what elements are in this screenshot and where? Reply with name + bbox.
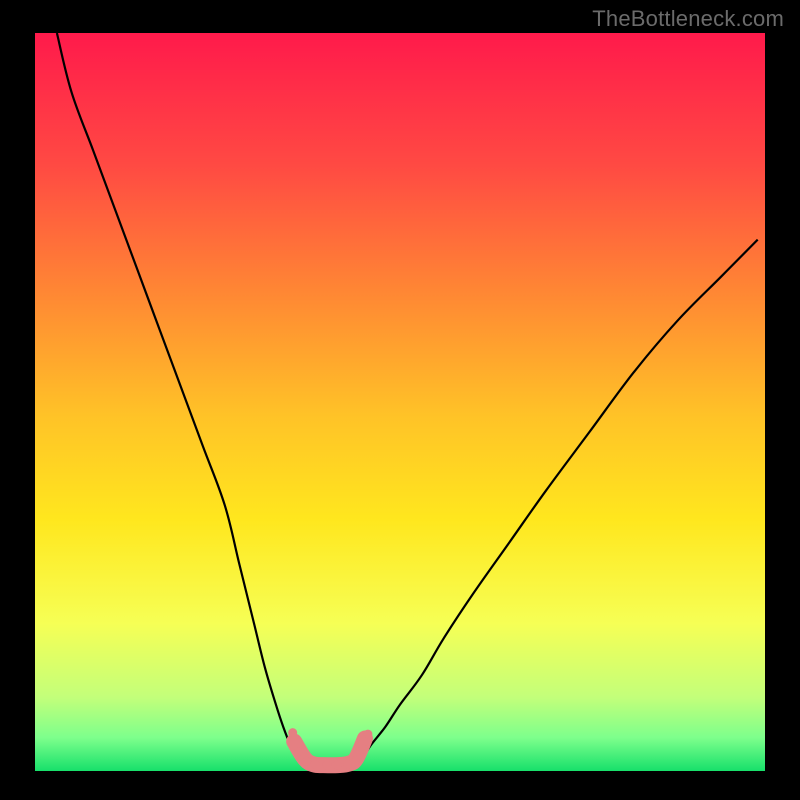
bottleneck-chart bbox=[0, 0, 800, 800]
valley-dots-point bbox=[363, 730, 372, 739]
valley-dots-point bbox=[333, 761, 342, 770]
valley-dots-point bbox=[294, 747, 303, 756]
plot-area bbox=[35, 33, 765, 771]
valley-dots-point bbox=[302, 757, 311, 766]
gradient-background bbox=[35, 33, 765, 771]
valley-dots-point bbox=[358, 744, 367, 753]
viewport: TheBottleneck.com bbox=[0, 0, 800, 800]
valley-dots-point bbox=[352, 755, 361, 764]
valley-dots-point bbox=[311, 760, 320, 769]
valley-dots-point bbox=[288, 728, 297, 737]
watermark-label: TheBottleneck.com bbox=[592, 6, 784, 32]
valley-dots-point bbox=[343, 760, 352, 769]
valley-dots-point bbox=[323, 761, 332, 770]
